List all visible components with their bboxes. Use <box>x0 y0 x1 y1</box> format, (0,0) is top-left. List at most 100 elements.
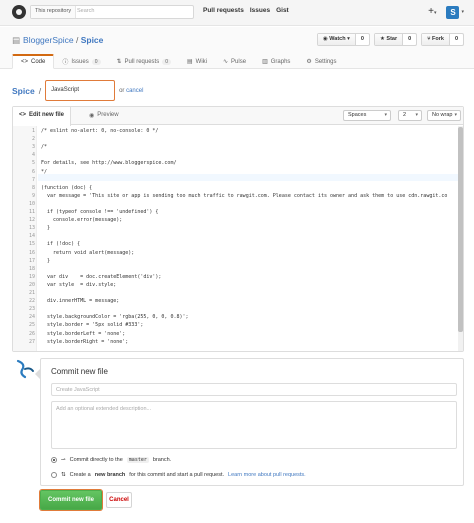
line-number: 2 <box>31 136 35 143</box>
indent-mode-select[interactable]: Spaces ▾ <box>343 110 391 121</box>
chevron-down-icon: ▾ <box>384 112 387 118</box>
chevron-down-icon: ▾ <box>433 10 437 16</box>
line-number: 26 <box>28 330 35 337</box>
fork-count[interactable]: 0 <box>448 34 463 45</box>
star-count[interactable]: 0 <box>402 34 416 45</box>
pull-request-icon: ⇅ <box>116 59 122 65</box>
header-actions: +▾ S ▾ <box>428 5 464 19</box>
search-input[interactable]: This repository Search <box>30 5 194 19</box>
cancel-button[interactable]: Cancel <box>106 492 132 508</box>
tab-label: Issues <box>71 58 89 65</box>
code-line: div.innerHTML = message; <box>41 298 120 305</box>
tab-graphs[interactable]: ▥ Graphs <box>254 54 298 69</box>
commit-description-input[interactable]: Add an optional extended description... <box>51 401 457 449</box>
watch-label: Watch <box>329 36 346 42</box>
repo-icon: ▤ <box>12 35 21 45</box>
user-menu-button[interactable]: S ▾ <box>446 5 464 19</box>
code-icon: <> <box>21 59 29 65</box>
nav-issues[interactable]: Issues <box>250 7 270 14</box>
avatar <box>16 359 34 379</box>
tab-pulse[interactable]: ∿ Pulse <box>215 54 254 69</box>
breadcrumb-root[interactable]: Spice <box>12 86 35 96</box>
line-number-gutter: 1 2 3 4 5 6 7 8 9 10 11 12 13 14 15 16 17 18 19 20 21 22 23 24 2… <box>13 126 37 351</box>
watch-button-group: ◉ Watch ▾ 0 <box>316 33 370 46</box>
code-line: var style = div.style; <box>41 281 117 288</box>
line-number: 5 <box>31 160 35 167</box>
tab-edit-new-file[interactable]: <> Edit new file <box>13 107 72 126</box>
pull-request-icon: ⇅ <box>61 472 66 478</box>
radio-commit-direct[interactable] <box>51 457 57 463</box>
repo-name-link[interactable]: Spice <box>81 35 104 45</box>
radio-new-branch[interactable] <box>51 472 57 478</box>
code-line: style.borderLeft = 'none'; <box>41 330 126 337</box>
code-line: */ <box>41 168 48 175</box>
code-area[interactable]: 1 2 3 4 5 6 7 8 9 10 11 12 13 14 15 16 17 18 19 20 21 22 23 24 2… <box>13 126 463 351</box>
filename-input[interactable]: JavaScript <box>45 80 116 101</box>
commit-direct-option[interactable]: ⊸ Commit directly to the master branch. <box>51 457 171 463</box>
repo-title: ▤ BloggerSpice / Spice <box>12 35 103 46</box>
tab-wiki[interactable]: ▤ Wiki <box>179 54 215 69</box>
graph-icon: ▥ <box>262 59 268 65</box>
chevron-down-icon: ▾ <box>461 9 464 15</box>
code-line: /* <box>41 144 48 151</box>
line-number: 18 <box>28 265 35 272</box>
commit-new-branch-option[interactable]: ⇅ Create a new branch for this commit an… <box>51 472 306 478</box>
fork-button[interactable]: ⑂ Fork <box>422 34 449 45</box>
repo-owner-link[interactable]: BloggerSpice <box>23 35 74 45</box>
tab-label: Code <box>31 59 46 65</box>
line-number: 3 <box>31 144 35 151</box>
nav-pull-requests[interactable]: Pull requests <box>203 7 244 14</box>
tab-code[interactable]: <> Code <box>12 54 55 69</box>
tab-issues[interactable]: ⓘ Issues 0 <box>54 54 108 69</box>
current-line-highlight <box>38 174 463 181</box>
tab-count: 0 <box>91 58 101 65</box>
code-line: return void alert(message); <box>41 249 135 256</box>
avatar: S <box>446 5 460 19</box>
nav-gist[interactable]: Gist <box>276 7 289 14</box>
github-logo-icon[interactable] <box>12 5 26 19</box>
line-number: 11 <box>28 209 35 215</box>
watch-button[interactable]: ◉ Watch ▾ <box>317 34 355 45</box>
cancel-link[interactable]: cancel <box>126 88 143 94</box>
tab-settings[interactable]: ⚙ Settings <box>298 54 344 69</box>
line-number: 15 <box>28 241 35 248</box>
editor-scrollbar-thumb[interactable] <box>458 127 463 332</box>
indent-mode-value: Spaces <box>348 112 367 118</box>
code-line: var message = 'This site or app is sendi… <box>41 192 448 199</box>
commit-form: Commit new file Create JavaScript Add an… <box>35 358 464 486</box>
tab-preview[interactable]: ◉ Preview <box>83 107 125 125</box>
file-path-row: Spice / JavaScript or cancel <box>12 80 143 101</box>
line-number: 7 <box>31 176 35 183</box>
fork-button-group: ⑂ Fork 0 <box>421 33 464 46</box>
line-number: 12 <box>28 217 35 224</box>
search-scope-label: This repository <box>31 6 77 18</box>
code-icon: <> <box>19 112 27 118</box>
code-line: console.error(message); <box>41 217 123 224</box>
create-new-button[interactable]: +▾ <box>428 5 436 19</box>
line-number: 14 <box>28 233 35 240</box>
star-button-group: ★ Star 0 <box>373 33 418 46</box>
line-number: 17 <box>28 257 35 264</box>
tab-pull-requests[interactable]: ⇅ Pull requests 0 <box>109 54 180 69</box>
code-line: style.borderRight = 'none'; <box>41 338 129 345</box>
chevron-down-icon: ▾ <box>415 112 418 118</box>
option-direct-pre: Commit directly to the <box>69 457 123 463</box>
star-label: Star <box>386 36 398 42</box>
option-direct-post: branch. <box>152 457 172 463</box>
indent-size-select[interactable]: 2 ▾ <box>398 110 422 121</box>
chevron-down-icon: ▾ <box>454 112 457 118</box>
repo-actions: ◉ Watch ▾ 0 ★ Star 0 ⑂ Fork 0 <box>316 33 464 46</box>
commit-new-file-button[interactable]: Commit new file <box>40 490 102 510</box>
learn-more-link[interactable]: Learn more about pull requests. <box>228 472 306 478</box>
commit-summary-input[interactable]: Create JavaScript <box>51 383 457 396</box>
tab-label: Edit new file <box>29 112 65 118</box>
code-line: if (!doc) { <box>41 241 81 248</box>
star-button[interactable]: ★ Star <box>374 34 403 45</box>
tab-label: Pulse <box>231 58 247 65</box>
breadcrumb-separator: / <box>38 85 42 96</box>
book-icon: ▤ <box>187 59 193 65</box>
line-number: 20 <box>28 281 35 288</box>
wrap-mode-select[interactable]: No wrap ▾ <box>427 110 461 121</box>
watch-count[interactable]: 0 <box>354 34 369 45</box>
code-line: For details, see http://www.bloggerspice… <box>41 160 177 167</box>
